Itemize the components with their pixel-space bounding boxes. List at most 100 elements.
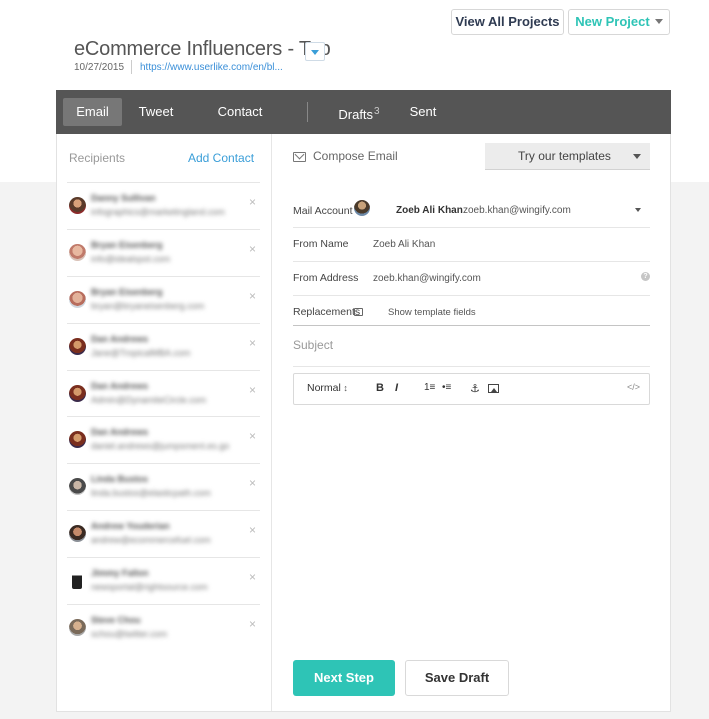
list-item: Bryan Eisenberg info@idealspot.com × xyxy=(67,228,260,276)
recipient-name: Bryan Eisenberg xyxy=(91,286,163,297)
recipient-name: Steve Chou xyxy=(91,615,141,626)
recipient-email: newsportal@rightsource.com xyxy=(91,582,208,593)
bold-button[interactable]: B xyxy=(376,382,384,394)
new-project-button[interactable]: New Project xyxy=(568,9,670,35)
from-name-field[interactable]: Zoeb Ali Khan xyxy=(373,239,435,250)
list-item: Dan Andrews Admin@DynamiteCircle.com × xyxy=(67,369,260,417)
mail-account-row[interactable]: Mail Account Zoeb Ali Khan zoeb.khan@win… xyxy=(293,192,650,228)
channel-nav: Email Tweet Contact Forms Drafts3 Sent xyxy=(56,90,671,147)
remove-icon[interactable]: × xyxy=(249,289,256,303)
recipient-name: Andrew Youderian xyxy=(91,521,170,532)
subject-input[interactable]: Subject xyxy=(293,338,333,352)
list-item: Jimmy Fallon newsportal@rightsource.com … xyxy=(67,557,260,604)
project-title: eCommerce Influencers - Top xyxy=(74,38,331,60)
list-item: Linda Bustos linda.bustos@elasticpath.co… xyxy=(67,463,260,510)
recipient-name: Bryan Eisenberg xyxy=(91,239,163,250)
chevron-down-icon xyxy=(311,50,319,55)
recipient-name: Linda Bustos xyxy=(91,474,149,485)
project-dropdown-button[interactable] xyxy=(305,42,325,61)
remove-icon[interactable]: × xyxy=(249,476,256,490)
remove-icon[interactable]: × xyxy=(249,336,256,350)
add-contact-link[interactable]: Add Contact xyxy=(188,151,254,165)
remove-icon[interactable]: × xyxy=(249,383,256,397)
try-templates-label: Try our templates xyxy=(518,149,611,163)
avatar xyxy=(69,243,86,261)
mail-account-label: Mail Account xyxy=(293,205,353,217)
recipient-email: schou@twitter.com xyxy=(91,629,168,640)
help-icon[interactable]: ? xyxy=(641,272,650,281)
list-item: Andrew Youderian andrew@ecommercefuel.co… xyxy=(67,510,260,557)
try-templates-button[interactable]: Try our templates xyxy=(485,143,650,170)
show-template-fields-link[interactable]: Show template fields xyxy=(388,307,476,318)
project-date: 10/27/2015 xyxy=(74,62,125,73)
chevron-down-icon xyxy=(654,19,663,24)
avatar xyxy=(69,337,86,355)
editor-toolbar: Normal B I 1≡ •≡ ⚓︎ </> xyxy=(293,373,650,405)
remove-icon[interactable]: × xyxy=(249,617,256,631)
remove-icon[interactable]: × xyxy=(249,195,256,209)
recipient-list: Danny Sullivan infographics@marketinglan… xyxy=(67,182,260,651)
recipients-label: Recipients xyxy=(69,151,126,165)
mail-account-name: Zoeb Ali Khan xyxy=(396,205,463,216)
list-item: Dan Andrews daniel.andrews@jumpsment.es.… xyxy=(67,416,260,463)
avatar xyxy=(69,384,86,402)
next-step-button[interactable]: Next Step xyxy=(293,660,395,696)
bullet-list-icon[interactable]: •≡ xyxy=(442,382,451,393)
recipient-email: linda.bustos@elasticpath.com xyxy=(91,488,211,499)
link-icon[interactable]: ⚓︎ xyxy=(470,382,480,395)
recipient-name: Dan Andrews xyxy=(91,427,149,438)
view-all-projects-button[interactable]: View All Projects xyxy=(451,9,564,35)
template-fields-icon xyxy=(354,308,363,316)
list-item: Bryan Eisenberg bryan@bryaneisenberg.com… xyxy=(67,275,260,323)
recipient-name: Dan Andrews xyxy=(91,333,149,344)
ordered-list-icon[interactable]: 1≡ xyxy=(424,382,435,393)
text-style-select[interactable]: Normal xyxy=(307,382,348,394)
recipient-email: info@idealspot.com xyxy=(91,253,171,264)
recipient-email: andrew@ecommercefuel.com xyxy=(91,535,211,546)
from-name-row: From Name Zoeb Ali Khan xyxy=(293,228,650,262)
save-draft-button[interactable]: Save Draft xyxy=(405,660,509,696)
compose-email-label: Compose Email xyxy=(313,149,398,163)
recipient-email: bryan@bryaneisenberg.com xyxy=(91,300,205,311)
divider xyxy=(131,60,132,74)
nav-divider xyxy=(307,102,308,122)
remove-icon[interactable]: × xyxy=(249,570,256,584)
remove-icon[interactable]: × xyxy=(249,242,256,256)
recipients-panel: Recipients Add Contact Danny Sullivan in… xyxy=(57,134,272,711)
tab-email[interactable]: Email xyxy=(63,98,122,126)
recipient-name: Jimmy Fallon xyxy=(91,568,149,579)
new-project-label: New Project xyxy=(575,14,650,29)
from-address-row: From Address zoeb.khan@wingify.com xyxy=(293,262,650,296)
mail-account-email: zoeb.khan@wingify.com xyxy=(463,205,571,216)
avatar xyxy=(69,619,86,637)
avatar xyxy=(69,290,86,308)
recipient-name: Danny Sullivan xyxy=(91,193,156,203)
recipient-email: Admin@DynamiteCircle.com xyxy=(91,394,207,405)
tab-contact-forms[interactable]: Contact Forms xyxy=(198,98,282,147)
avatar xyxy=(354,200,370,216)
recipient-email: daniel.andrews@jumpsment.es.go xyxy=(91,441,230,452)
tab-drafts[interactable]: Drafts3 xyxy=(338,98,380,126)
chevron-down-icon[interactable] xyxy=(635,208,641,212)
chevron-down-icon xyxy=(633,154,641,159)
italic-button[interactable]: I xyxy=(395,382,398,394)
avatar xyxy=(72,572,82,590)
avatar xyxy=(69,478,86,496)
tab-tweet[interactable]: Tweet xyxy=(136,98,176,126)
code-view-icon[interactable]: </> xyxy=(627,382,640,392)
remove-icon[interactable]: × xyxy=(249,523,256,537)
replacements-label: Replacements xyxy=(293,306,361,318)
recipient-email: Jane@TropicalMBA.com xyxy=(91,347,191,358)
list-item: Danny Sullivan infographics@marketinglan… xyxy=(67,182,260,229)
tab-sent[interactable]: Sent xyxy=(408,98,438,126)
list-item: Dan Andrews Jane@TropicalMBA.com × xyxy=(67,322,260,370)
avatar xyxy=(69,431,86,449)
email-composer-card: Recipients Add Contact Danny Sullivan in… xyxy=(56,134,671,712)
image-icon[interactable] xyxy=(488,384,499,393)
project-url-link[interactable]: https://www.userlike.com/en/bl... xyxy=(140,62,283,73)
replacements-row: Replacements Show template fields xyxy=(293,296,650,326)
avatar xyxy=(69,525,86,543)
from-address-field[interactable]: zoeb.khan@wingify.com xyxy=(373,273,481,284)
remove-icon[interactable]: × xyxy=(249,429,256,443)
recipient-name: Dan Andrews xyxy=(91,380,149,391)
